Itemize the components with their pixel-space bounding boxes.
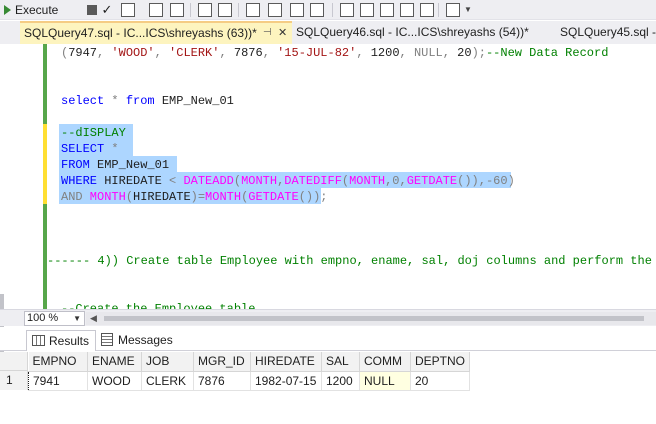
column-header[interactable]: HIREDATE xyxy=(250,352,322,372)
scroll-left-icon[interactable]: ◀ xyxy=(90,313,97,324)
tab-messages[interactable]: Messages xyxy=(96,330,179,351)
messages-icon xyxy=(101,333,113,346)
code-line: AND MONTH(HIREDATE)=MONTH(GETDATE()); xyxy=(61,190,328,204)
uncomment-icon[interactable] xyxy=(218,3,232,17)
tab-label: SQLQuery46.sql - IC...ICS\shreyashs (54)… xyxy=(296,25,529,39)
tab-results[interactable]: Results xyxy=(26,330,97,351)
grid-icon xyxy=(32,335,45,346)
execute-button[interactable]: Execute xyxy=(4,1,58,19)
results-file-icon[interactable] xyxy=(170,3,184,17)
chevron-down-icon[interactable]: ▼ xyxy=(464,5,478,19)
code-line: SELECT * xyxy=(61,142,119,156)
results-grid-icon[interactable] xyxy=(149,3,163,17)
code-line: ------ 4)) Create table Employee with em… xyxy=(47,254,652,268)
bookmark-prev-icon[interactable] xyxy=(360,3,374,17)
grid-cell[interactable]: 1982-07-15 xyxy=(250,371,322,391)
tab-sqlquery45[interactable]: SQLQuery45.sql - xyxy=(556,21,656,44)
document-tabs: SQLQuery47.sql - IC...ICS\shreyashs (63)… xyxy=(0,21,656,44)
bookmark-clear-icon[interactable] xyxy=(400,3,414,17)
chevron-down-icon: ▼ xyxy=(73,314,81,323)
grid-header-row: EMPNO ENAME JOB MGR_ID HIREDATE SAL COMM… xyxy=(28,352,471,372)
toolbar-separator xyxy=(438,3,439,17)
toolbar-separator xyxy=(238,3,239,17)
code-line: (7947, 'WOOD', 'CLERK', 7876, '15-JUL-82… xyxy=(61,46,609,60)
unsaved-change-bar xyxy=(43,124,47,204)
check-icon[interactable]: ✓ xyxy=(100,3,114,17)
code-line: --dISPLAY xyxy=(61,126,126,140)
query-toolbar: Execute ✓ ▼ xyxy=(0,0,656,20)
bookmark-next-icon[interactable] xyxy=(380,3,394,17)
row-number[interactable]: 1 xyxy=(0,371,28,390)
horizontal-scrollbar-thumb[interactable] xyxy=(104,316,644,321)
bookmark-icon[interactable] xyxy=(340,3,354,17)
indent-icon[interactable] xyxy=(246,3,260,17)
grid-cell[interactable]: NULL xyxy=(359,371,411,391)
column-header[interactable]: ENAME xyxy=(87,352,142,372)
zoom-select[interactable]: 100 % ▼ xyxy=(24,311,85,326)
stop-icon[interactable] xyxy=(87,5,97,15)
close-icon[interactable]: ✕ xyxy=(278,23,287,43)
tab-sqlquery47[interactable]: SQLQuery47.sql - IC...ICS\shreyashs (63)… xyxy=(20,21,292,44)
outdent-icon[interactable] xyxy=(268,3,282,17)
execute-label: Execute xyxy=(15,3,59,17)
column-header[interactable]: JOB xyxy=(141,352,194,372)
grid-cell[interactable]: WOOD xyxy=(87,371,142,391)
tab-label: Results xyxy=(49,334,90,348)
bookmark-toggle-icon[interactable] xyxy=(420,3,434,17)
column-header[interactable]: EMPNO xyxy=(28,352,88,372)
grid-cell[interactable]: 20 xyxy=(410,371,471,391)
results-grid: EMPNO ENAME JOB MGR_ID HIREDATE SAL COMM… xyxy=(28,352,471,391)
toolbar-separator xyxy=(332,3,333,17)
grid-cell[interactable]: 1200 xyxy=(321,371,360,391)
column-header[interactable]: MGR_ID xyxy=(193,352,251,372)
code-line: FROM EMP_New_01 xyxy=(61,158,170,172)
column-header[interactable]: COMM xyxy=(359,352,411,372)
code-line: WHERE HIREDATE < DATEADD(MONTH,DATEDIFF(… xyxy=(61,174,515,188)
pin-icon[interactable]: ⊣ xyxy=(263,23,272,43)
editor-gutter xyxy=(0,44,48,309)
results-tabs: Results Messages xyxy=(0,327,656,351)
query-editor[interactable]: (7947, 'WOOD', 'CLERK', 7876, '15-JUL-82… xyxy=(0,44,656,354)
grid-corner[interactable] xyxy=(0,352,28,371)
grid-cell[interactable]: 7876 xyxy=(193,371,251,391)
column-header[interactable]: DEPTNO xyxy=(410,352,471,372)
zoom-value: 100 % xyxy=(27,312,59,324)
grid-cell[interactable]: CLERK xyxy=(141,371,194,391)
tab-label: SQLQuery47.sql - IC...ICS\shreyashs (63)… xyxy=(24,26,257,40)
tab-sqlquery46[interactable]: SQLQuery46.sql - IC...ICS\shreyashs (54)… xyxy=(292,21,544,44)
tab-label: Messages xyxy=(118,333,173,347)
column-header[interactable]: SAL xyxy=(321,352,360,372)
specify-values-icon[interactable] xyxy=(310,3,324,17)
toolbar-separator xyxy=(190,3,191,17)
code-line: select * from EMP_New_01 xyxy=(61,94,234,108)
play-icon xyxy=(4,5,11,15)
editor-status-row: 100 % ▼ ◀ xyxy=(0,309,656,326)
table-row: 7941 WOOD CLERK 7876 1982-07-15 1200 NUL… xyxy=(28,370,471,391)
comment-icon[interactable] xyxy=(198,3,212,17)
snippet-icon[interactable] xyxy=(446,3,460,17)
tab-label: SQLQuery45.sql - xyxy=(560,25,656,39)
format-icon[interactable] xyxy=(290,3,304,17)
grid-cell[interactable]: 7941 xyxy=(28,370,88,391)
parse-icon[interactable] xyxy=(121,3,135,17)
